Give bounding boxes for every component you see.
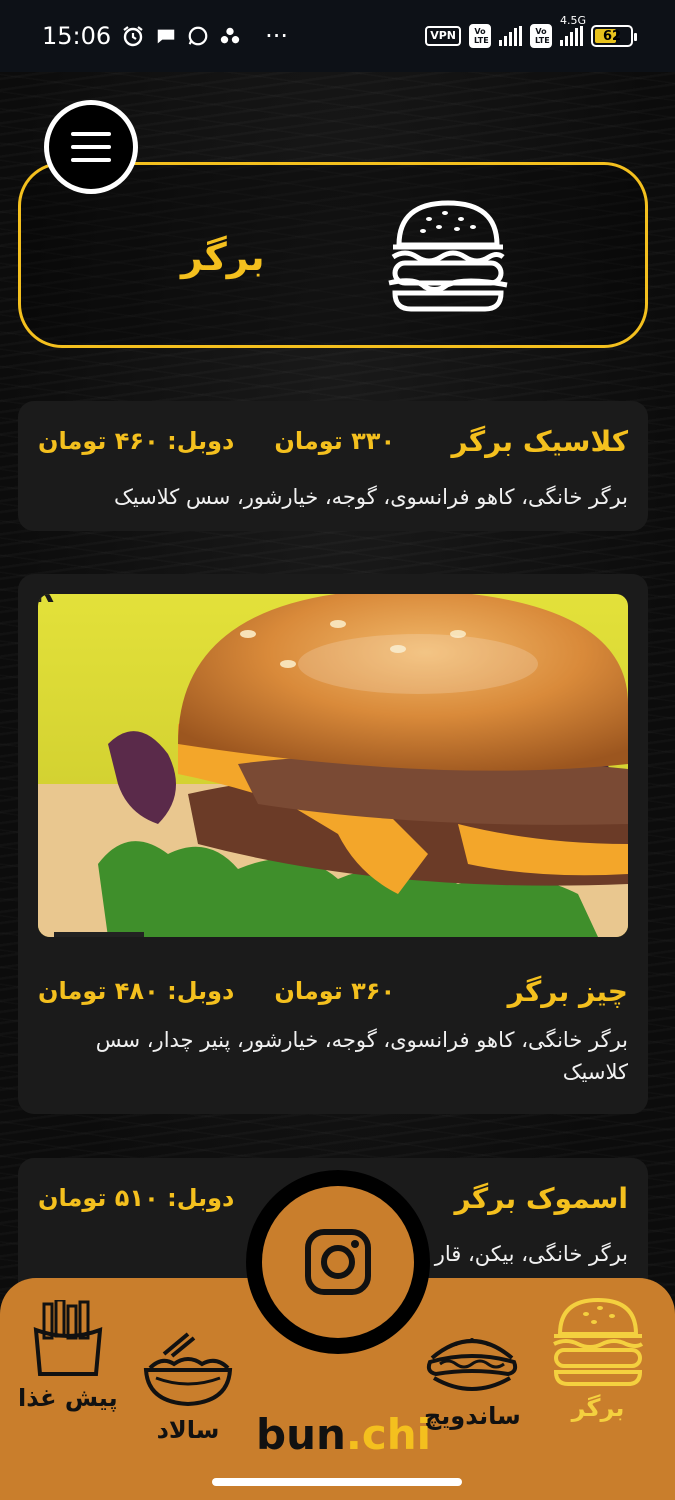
item-name: کلاسیک برگر <box>451 424 628 458</box>
category-title: برگر <box>181 235 265 279</box>
photo-label: BURGER <box>38 594 54 609</box>
signal-strength-2-icon <box>560 26 583 46</box>
item-double-price: دوبل: ۴۶۰ تومان <box>38 427 235 455</box>
menu-line <box>71 145 111 149</box>
whatsapp-icon <box>188 26 208 46</box>
hamburger-menu-button[interactable] <box>44 100 138 194</box>
category-header: برگر <box>18 162 648 348</box>
hotdog-icon <box>427 1338 518 1391</box>
nav-label-appetizer: پیش غذا <box>18 1384 118 1412</box>
message-icon <box>157 29 175 44</box>
menu-item-card[interactable]: BURGER چیز برگر ۳۶۰ تومان دوبل: ۴۸۰ توما… <box>18 574 648 1114</box>
nav-item-burger[interactable]: برگر <box>548 1296 648 1422</box>
vpn-badge: VPN <box>425 26 461 46</box>
item-photo: BURGER <box>38 594 628 937</box>
nav-item-salad[interactable]: سالاد <box>142 1330 234 1444</box>
signal-strength-1-icon <box>499 26 522 46</box>
nav-label-burger: برگر <box>571 1394 625 1422</box>
volte-badge-1: Vo LTE <box>469 24 491 48</box>
menu-line <box>71 158 111 162</box>
status-bar: 15:06 ··· VPN Vo LTE Vo LTE 4.5G 62 <box>0 0 675 72</box>
brand-logo: bun.chi <box>256 1410 431 1459</box>
item-double-price: دوبل: ۵۱۰ تومان <box>38 1184 235 1212</box>
item-double-price: دوبل: ۴۸۰ تومان <box>38 977 235 1005</box>
nav-label-sandwich: ساندویچ <box>424 1402 521 1430</box>
battery-icon: 62 <box>591 25 637 47</box>
item-description: برگر خانگی، کاهو فرانسوی، گوجه، خیارشور،… <box>95 1028 628 1084</box>
menu-line <box>71 132 111 136</box>
nav-label-salad: سالاد <box>156 1416 220 1444</box>
volte-badge-2: Vo LTE <box>530 24 552 48</box>
status-time: 15:06 <box>42 22 112 50</box>
network-type: 4.5G <box>560 14 587 27</box>
salad-bowl-icon <box>143 1332 233 1407</box>
item-name: چیز برگر <box>507 974 628 1008</box>
brand-main: bun <box>256 1410 346 1459</box>
instagram-icon <box>305 1229 371 1295</box>
menu-item-card[interactable]: کلاسیک برگر ۳۳۰ تومان دوبل: ۴۶۰ تومان بر… <box>18 401 648 531</box>
nav-item-sandwich[interactable]: ساندویچ <box>424 1328 521 1430</box>
battery-level: 62 <box>602 28 622 44</box>
burger-icon <box>553 1297 644 1386</box>
more-notifications-icon: ··· <box>265 22 289 50</box>
fries-icon <box>33 1300 103 1376</box>
brand-accent: .chi <box>345 1410 432 1459</box>
app-notification-icon <box>221 27 240 44</box>
burger-outline-icon <box>388 200 508 312</box>
item-description: برگر خانگی، کاهو فرانسوی، گوجه، خیارشور،… <box>114 485 628 509</box>
item-price: ۳۳۰ تومان <box>274 427 396 455</box>
alarm-icon <box>123 26 143 47</box>
nav-item-appetizer[interactable]: پیش غذا <box>18 1300 118 1412</box>
item-price: ۳۶۰ تومان <box>274 977 396 1005</box>
instagram-button[interactable] <box>246 1170 430 1354</box>
cheeseburger-illustration: BURGER <box>38 594 628 937</box>
home-indicator[interactable] <box>212 1478 462 1486</box>
item-name: اسموک برگر <box>454 1181 628 1215</box>
